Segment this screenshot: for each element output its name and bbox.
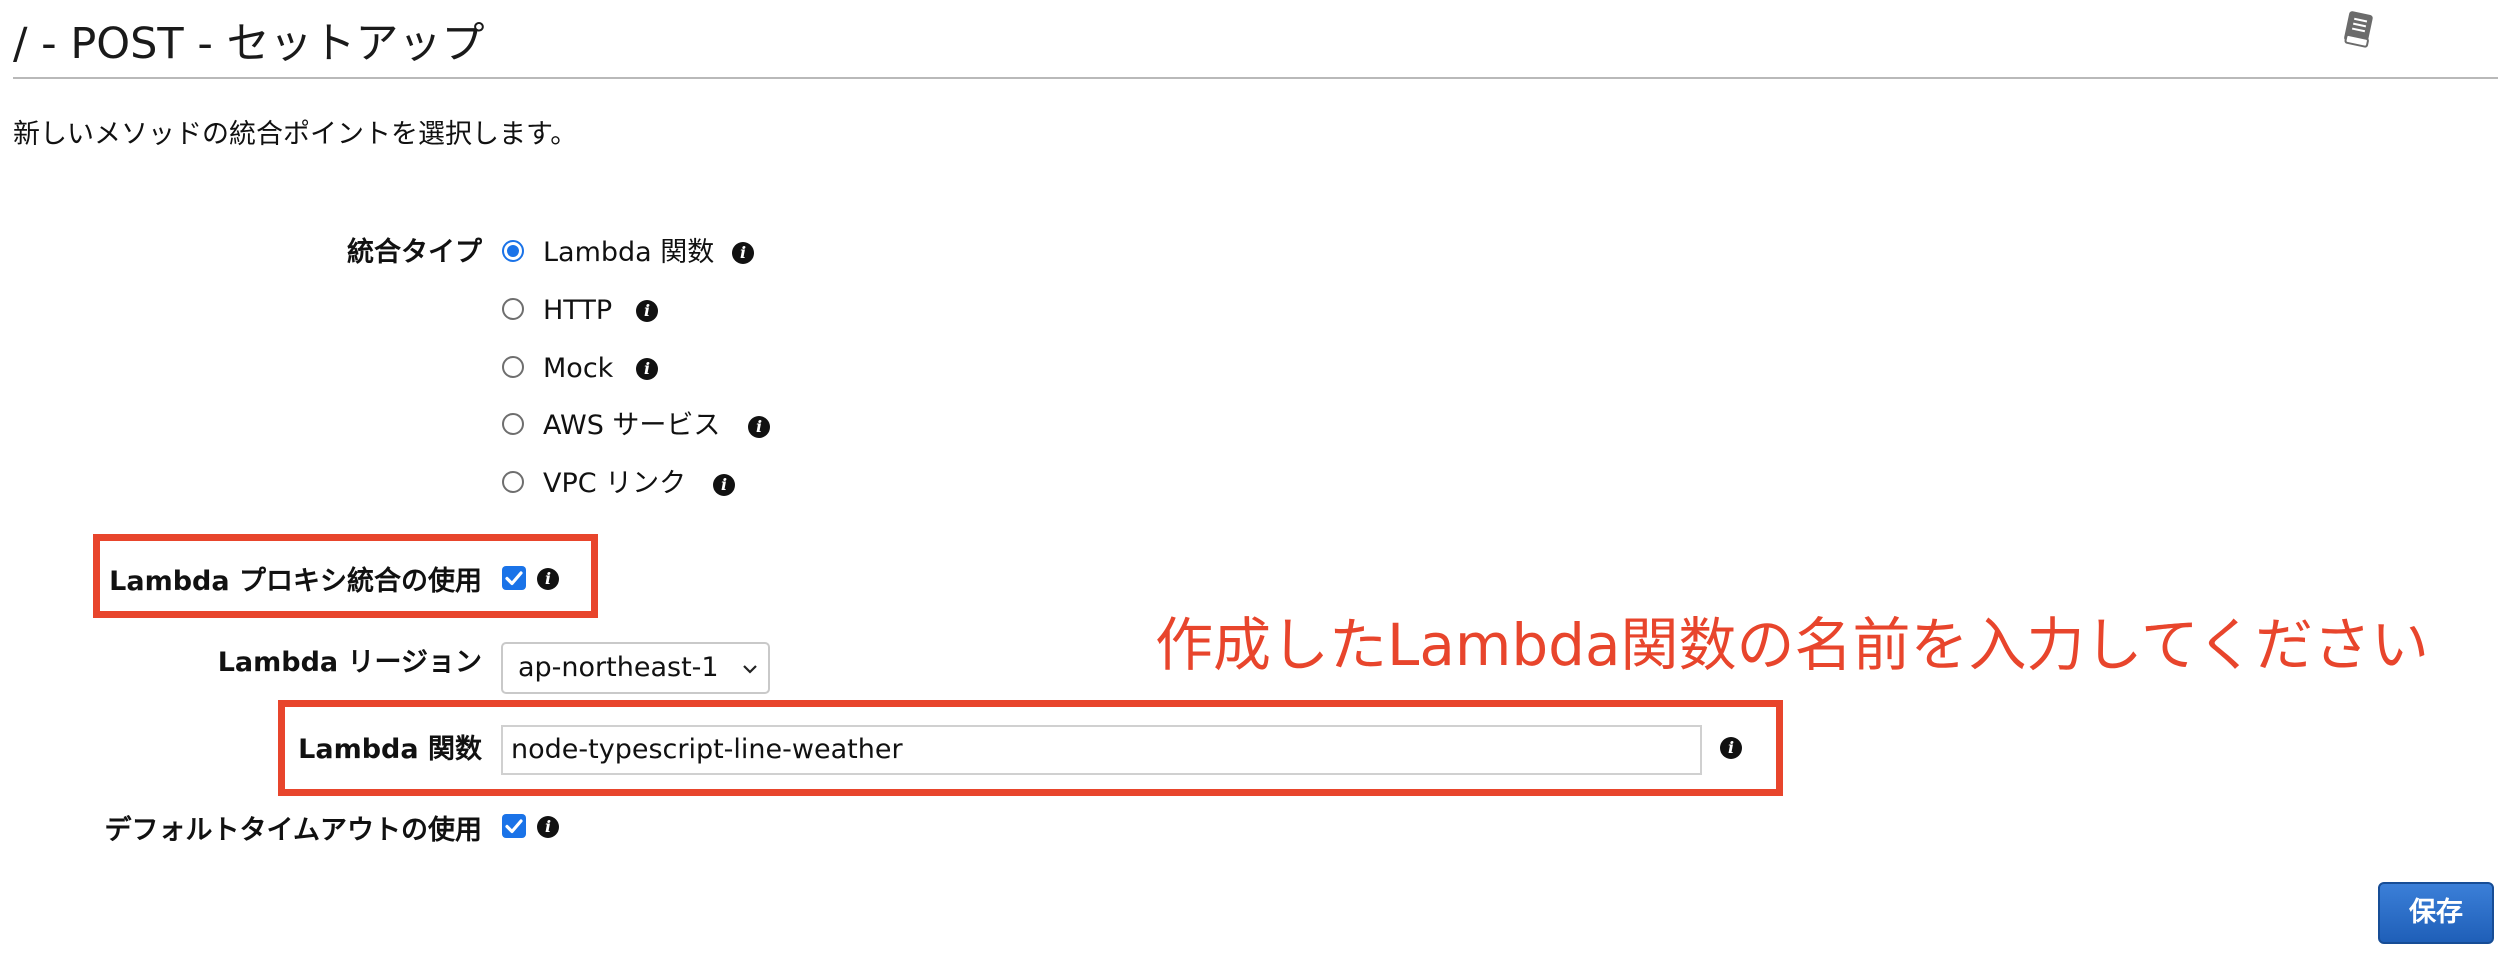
info-icon[interactable]: i [732,242,754,264]
annotation-text: 作成したLambda関数の名前を入力してください [1155,611,2430,679]
lambda-proxy-checkbox[interactable] [502,566,526,590]
radio-mock[interactable] [502,356,524,378]
radio-vpc-link[interactable] [502,471,524,493]
page-title: / - POST - セットアップ [13,19,485,69]
info-icon[interactable]: i [636,300,658,322]
lambda-region-select[interactable]: ap-northeast-1 [501,642,770,694]
book-icon[interactable] [2337,8,2381,52]
lambda-region-value: ap-northeast-1 [518,652,719,683]
lambda-function-input[interactable]: node-typescript-line-weather [501,725,1702,775]
lambda-function-label: Lambda 関数 [298,734,482,765]
page-description: 新しいメソッドの統合ポイントを選択します。 [13,119,578,150]
radio-http[interactable] [502,298,524,320]
info-icon[interactable]: i [748,416,770,438]
default-timeout-label: デフォルトタイムアウトの使用 [104,815,482,846]
lambda-region-label: Lambda リージョン [217,647,482,678]
save-button[interactable]: 保存 [2378,882,2494,944]
chevron-down-icon [743,665,757,674]
radio-aws-service[interactable] [502,413,524,435]
info-icon[interactable]: i [636,358,658,380]
info-icon[interactable]: i [713,474,735,496]
title-divider [13,77,2498,79]
option-label-mock[interactable]: Mock [543,349,613,389]
info-icon[interactable]: i [537,816,559,838]
option-label-vpc-link[interactable]: VPC リンク [543,464,686,504]
option-label-aws-service[interactable]: AWS サービス [543,406,720,446]
integration-type-label: 統合タイプ [347,237,482,268]
lambda-proxy-label: Lambda プロキシ統合の使用 [109,566,482,597]
default-timeout-checkbox[interactable] [502,814,526,838]
option-label-lambda-function[interactable]: Lambda 関数 [543,233,714,273]
info-icon[interactable]: i [537,568,559,590]
option-label-http[interactable]: HTTP [543,291,612,331]
info-icon[interactable]: i [1720,737,1742,759]
radio-lambda-function[interactable] [502,240,524,262]
